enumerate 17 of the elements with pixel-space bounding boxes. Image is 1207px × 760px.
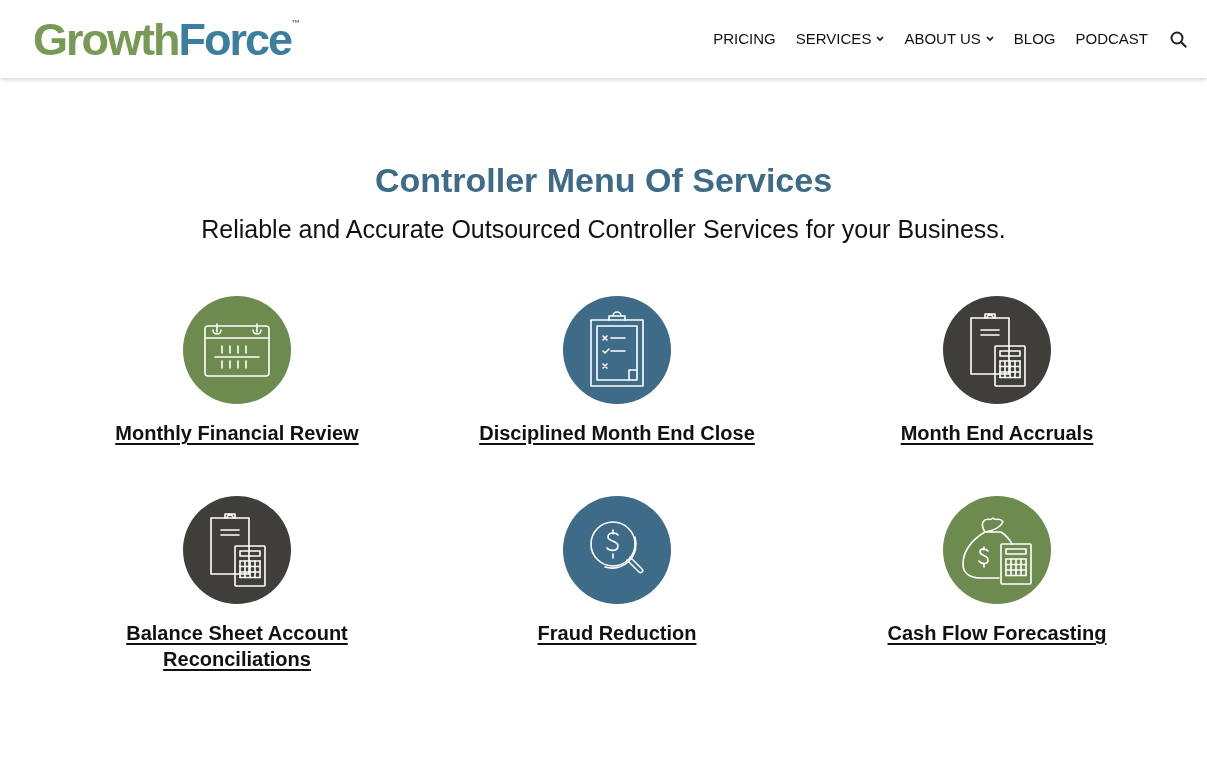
chevron-icon [876,35,885,42]
search-icon[interactable] [1170,30,1187,48]
chevron-icon [985,35,994,42]
nav-link[interactable]: PODCAST [1075,27,1148,51]
service-link[interactable]: Cash Flow Forecasting [887,620,1107,647]
service-link[interactable]: Month End Accruals [900,420,1094,447]
nav-link[interactable]: PRICING [713,27,776,51]
page-subheading: Reliable and Accurate Outsourced Controller Services for your Business. [200,213,1007,245]
nav-link[interactable]: BLOG [1013,27,1056,51]
service-link[interactable]: Fraud Reduction [537,620,697,647]
service-link[interactable]: Balance Sheet Account Reconciliations [87,620,387,673]
logo[interactable]: GrowthForce™ [33,16,301,62]
service-link[interactable]: Disciplined Month End Close [479,420,755,447]
nav-link[interactable]: ABOUT US [904,27,994,51]
service-link[interactable]: Monthly Financial Review [115,420,359,447]
page-heading: Controller Menu Of Services [373,160,834,201]
nav-link[interactable]: SERVICES [795,27,885,51]
